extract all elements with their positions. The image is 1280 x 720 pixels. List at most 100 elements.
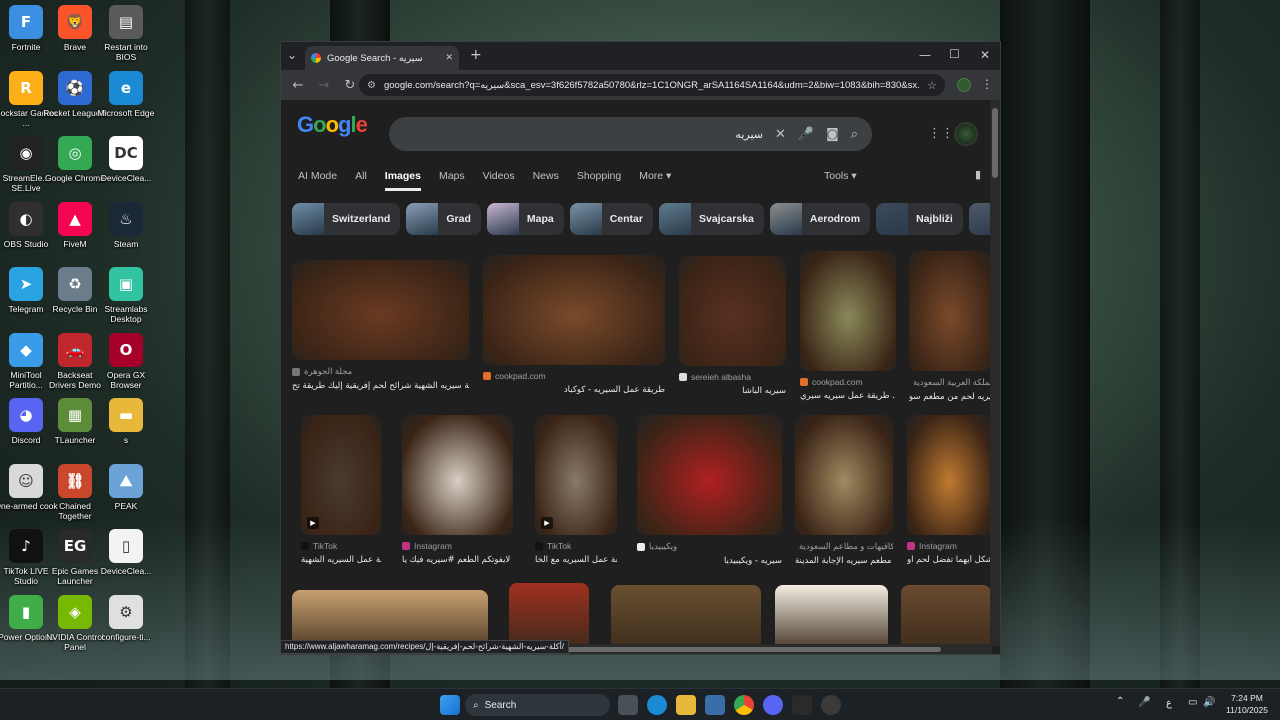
- tab-news[interactable]: News: [533, 170, 559, 191]
- related-chip[interactable]: Najbliži: [876, 203, 963, 235]
- search-box[interactable]: ✕ 🎤 ◙ ⌕: [389, 117, 872, 151]
- result-thumbnail[interactable]: [402, 415, 513, 535]
- active-tab[interactable]: Google Search - سيريه ✕: [305, 46, 459, 70]
- result-source[interactable]: cookpad.com: [483, 371, 665, 381]
- image-result[interactable]: Instagram شكل أيهما تفضل لحم او...: [907, 415, 991, 565]
- result-caption[interactable]: طريقة عمل السيريه الشهية: [301, 555, 381, 565]
- result-thumbnail[interactable]: [679, 256, 786, 366]
- desktop-icon[interactable]: ⚙ configure-ti...: [94, 594, 158, 642]
- result-thumbnail[interactable]: ▶: [535, 415, 617, 535]
- saved-icon[interactable]: ▮: [975, 168, 981, 181]
- result-thumbnail[interactable]: [483, 255, 665, 365]
- result-thumbnail[interactable]: ▶: [301, 415, 381, 535]
- site-info-icon[interactable]: ⚙: [367, 80, 376, 91]
- tab-search-button[interactable]: ⌄: [287, 48, 297, 62]
- bookmark-star-icon[interactable]: ☆: [927, 79, 937, 92]
- result-thumbnail[interactable]: [795, 415, 893, 535]
- apps-grid-icon[interactable]: ⋮⋮: [928, 126, 954, 141]
- result-caption[interactable]: سيريه الباشا: [679, 386, 786, 396]
- task-view-icon[interactable]: [618, 695, 638, 715]
- result-thumbnail[interactable]: [292, 260, 469, 360]
- tab-close-icon[interactable]: ✕: [445, 53, 453, 63]
- result-thumbnail[interactable]: [637, 415, 782, 535]
- tab-videos[interactable]: Videos: [483, 170, 515, 191]
- result-caption[interactable]: مطعم سيريه الإجابة المدينة ...: [795, 556, 893, 566]
- file-explorer-icon[interactable]: [676, 695, 696, 715]
- microphone-tray-icon[interactable]: 🎤: [1138, 697, 1150, 708]
- image-result[interactable]: المملكة العربية السعودية سيريه لحم من مطع…: [909, 251, 991, 402]
- search-icon[interactable]: ⌕: [851, 127, 858, 142]
- clock[interactable]: 7:24 PM 11/10/2025: [1220, 692, 1274, 716]
- image-result[interactable]: cookpad.com طريقة عمل سيريه سيري ...: [800, 251, 896, 401]
- result-caption[interactable]: سيريه - ويكيبيديا: [637, 556, 782, 566]
- clear-icon[interactable]: ✕: [775, 127, 786, 142]
- language-indicator[interactable]: ع: [1166, 698, 1172, 709]
- tab-more[interactable]: More ▾: [639, 170, 671, 191]
- forward-arrow-icon[interactable]: →: [313, 78, 335, 93]
- back-arrow-icon[interactable]: ←: [287, 78, 309, 93]
- image-result[interactable]: ▶ TikTok طريقة عمل السيريه مع الخا...: [535, 415, 617, 565]
- edge-icon[interactable]: [647, 695, 667, 715]
- result-caption[interactable]: طريقة عمل سيريه سيري ...: [800, 391, 896, 401]
- result-source[interactable]: sereieh albasha: [679, 372, 786, 382]
- windows-start-icon[interactable]: [440, 695, 460, 715]
- close-window-button[interactable]: ✕: [980, 48, 990, 62]
- profile-icon[interactable]: [957, 78, 971, 92]
- result-caption[interactable]: سيريه لحم من مطعم سو...: [909, 392, 991, 402]
- desktop-icon[interactable]: ▣ Streamlabs Desktop: [94, 267, 158, 324]
- result-caption[interactable]: لايفوتكم الطعم #سيريه فيك يا ...: [402, 555, 513, 565]
- vertical-scrollbar[interactable]: [990, 100, 1000, 646]
- store-icon[interactable]: [705, 695, 725, 715]
- address-bar[interactable]: ⚙ google.com/search?q=سيريه&sca_esv=3f62…: [359, 74, 945, 96]
- related-chip[interactable]: Switzerland: [292, 203, 401, 235]
- image-result[interactable]: كافيهات و مطاعم السعودية مطعم سيريه الإجا…: [795, 415, 893, 566]
- image-result[interactable]: ▶ TikTok طريقة عمل السيريه الشهية: [301, 415, 381, 565]
- related-chip[interactable]: D: [968, 203, 992, 235]
- search-input[interactable]: [403, 127, 763, 141]
- tools-button[interactable]: Tools ▾: [824, 170, 857, 182]
- desktop-icon[interactable]: ⛰ PEAK: [94, 463, 158, 511]
- desktop-icon[interactable]: ▤ Restart into BIOS: [94, 5, 158, 62]
- image-result[interactable]: cookpad.com طريقة عمل السيريه - كوكباد: [483, 255, 665, 395]
- image-result[interactable]: ويكيبيديا سيريه - ويكيبيديا: [637, 415, 782, 566]
- maximize-button[interactable]: ☐: [949, 47, 960, 61]
- tab-shopping[interactable]: Shopping: [577, 170, 621, 191]
- image-result[interactable]: Instagram لايفوتكم الطعم #سيريه فيك يا ..…: [402, 415, 513, 565]
- result-caption[interactable]: شكل أيهما تفضل لحم او...: [907, 555, 991, 565]
- result-caption[interactable]: طريقة عمل السيريه مع الخا...: [535, 555, 617, 565]
- result-thumbnail[interactable]: [909, 251, 991, 371]
- discord-icon[interactable]: [763, 695, 783, 715]
- result-thumbnail[interactable]: [800, 251, 896, 371]
- result-source[interactable]: cookpad.com: [800, 377, 896, 387]
- taskbar-search[interactable]: ⌕ Search: [465, 694, 610, 716]
- result-caption[interactable]: طريقة عمل السيريه - كوكباد: [483, 385, 665, 395]
- image-result[interactable]: sereieh albasha سيريه الباشا: [679, 256, 786, 396]
- image-result[interactable]: مجلة الجوهرة أكلة سيريه الشهية شرائح لحم …: [292, 260, 469, 391]
- related-chip[interactable]: Aerodrom: [769, 203, 871, 235]
- chevron-up-icon[interactable]: ⌃: [1116, 696, 1124, 707]
- result-source[interactable]: كافيهات و مطاعم السعودية: [795, 541, 893, 552]
- menu-kebab-icon[interactable]: ⋮: [981, 77, 993, 91]
- tab-ai-mode[interactable]: AI Mode: [298, 170, 337, 191]
- desktop-icon[interactable]: ▯ DeviceClea...: [94, 529, 158, 576]
- result-source[interactable]: ويكيبيديا: [637, 541, 782, 552]
- result-source[interactable]: TikTok: [301, 541, 381, 551]
- desktop-icon[interactable]: e Microsoft Edge: [94, 70, 158, 118]
- result-source[interactable]: Instagram: [402, 541, 513, 551]
- related-chip[interactable]: Svajcarska: [658, 203, 764, 235]
- result-source[interactable]: المملكة العربية السعودية: [909, 377, 991, 388]
- result-caption[interactable]: أكلة سيريه الشهية شرائح لحم إفريقية إليك…: [292, 381, 469, 391]
- tab-maps[interactable]: Maps: [439, 170, 465, 191]
- new-tab-button[interactable]: +: [470, 47, 482, 63]
- desktop-icon[interactable]: ▬ s: [94, 398, 158, 445]
- desktop-icon[interactable]: O Opera GX Browser: [94, 332, 158, 390]
- volume-icon[interactable]: 🔊: [1203, 697, 1215, 708]
- chrome-icon[interactable]: [734, 695, 754, 715]
- desktop-icon[interactable]: ♨ Steam: [94, 201, 158, 249]
- desktop-icon[interactable]: DC DeviceClea...: [94, 136, 158, 183]
- microphone-icon[interactable]: 🎤: [798, 127, 814, 142]
- result-source[interactable]: TikTok: [535, 541, 617, 551]
- lens-camera-icon[interactable]: ◙: [826, 127, 839, 142]
- related-chip[interactable]: Grad: [406, 203, 481, 235]
- epic-games-icon[interactable]: [792, 695, 812, 715]
